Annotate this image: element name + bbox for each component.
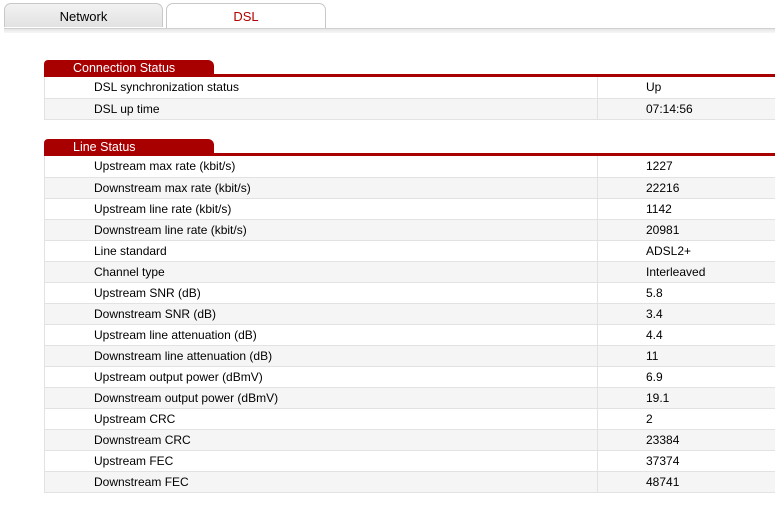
row-value: 23384 xyxy=(597,429,775,451)
row-label: Upstream line rate (kbit/s) xyxy=(44,198,598,220)
row-value: 5.8 xyxy=(597,282,775,304)
row-label: DSL up time xyxy=(44,98,598,120)
table-row: Downstream SNR (dB) 3.4 xyxy=(44,303,775,325)
row-value: 19.1 xyxy=(597,387,775,409)
table-row: Upstream output power (dBmV) 6.9 xyxy=(44,366,775,388)
row-value: 2 xyxy=(597,408,775,430)
row-label: DSL synchronization status xyxy=(44,77,598,99)
row-label: Downstream line rate (kbit/s) xyxy=(44,219,598,241)
row-value: Interleaved xyxy=(597,261,775,283)
row-value: ADSL2+ xyxy=(597,240,775,262)
line-status-title: Line Status xyxy=(44,139,214,156)
connection-status-section: Connection Status DSL synchronization st… xyxy=(44,60,775,120)
row-value: 22216 xyxy=(597,177,775,199)
row-value: 07:14:56 xyxy=(597,98,775,120)
table-row: Upstream line rate (kbit/s) 1142 xyxy=(44,198,775,220)
table-row: Upstream SNR (dB) 5.8 xyxy=(44,282,775,304)
row-value: 3.4 xyxy=(597,303,775,325)
table-row: Upstream line attenuation (dB) 4.4 xyxy=(44,324,775,346)
tab-divider xyxy=(4,28,775,33)
table-row: Downstream line rate (kbit/s) 20981 xyxy=(44,219,775,241)
connection-status-title: Connection Status xyxy=(44,60,214,77)
tab-dsl[interactable]: DSL xyxy=(166,3,326,29)
line-status-section: Line Status Upstream max rate (kbit/s) 12… xyxy=(44,139,775,493)
row-label: Upstream CRC xyxy=(44,408,598,430)
row-value: 37374 xyxy=(597,450,775,472)
row-label: Channel type xyxy=(44,261,598,283)
table-row: Downstream line attenuation (dB) 11 xyxy=(44,345,775,367)
tab-bar: Network DSL xyxy=(4,3,775,30)
row-value: 4.4 xyxy=(597,324,775,346)
row-value: 1227 xyxy=(597,156,775,178)
row-value: 48741 xyxy=(597,471,775,493)
table-row: Upstream max rate (kbit/s) 1227 xyxy=(44,156,775,178)
table-row: Downstream FEC 48741 xyxy=(44,471,775,493)
row-label: Upstream output power (dBmV) xyxy=(44,366,598,388)
row-value: 6.9 xyxy=(597,366,775,388)
row-label: Upstream FEC xyxy=(44,450,598,472)
table-row: Downstream output power (dBmV) 19.1 xyxy=(44,387,775,409)
table-row: DSL up time 07:14:56 xyxy=(44,98,775,120)
line-status-table: Upstream max rate (kbit/s) 1227 Downstream… xyxy=(44,156,775,493)
row-label: Downstream CRC xyxy=(44,429,598,451)
tab-network[interactable]: Network xyxy=(4,3,163,27)
table-row: DSL synchronization status Up xyxy=(44,77,775,99)
row-label: Downstream output power (dBmV) xyxy=(44,387,598,409)
table-row: Downstream max rate (kbit/s) 22216 xyxy=(44,177,775,199)
line-status-header: Line Status xyxy=(44,139,775,156)
row-value: Up xyxy=(597,77,775,99)
connection-status-header: Connection Status xyxy=(44,60,775,77)
table-row: Downstream CRC 23384 xyxy=(44,429,775,451)
row-value: 1142 xyxy=(597,198,775,220)
row-label: Downstream max rate (kbit/s) xyxy=(44,177,598,199)
row-label: Upstream SNR (dB) xyxy=(44,282,598,304)
table-row: Upstream CRC 2 xyxy=(44,408,775,430)
row-label: Upstream line attenuation (dB) xyxy=(44,324,598,346)
connection-status-table: DSL synchronization status Up DSL up time 0… xyxy=(44,77,775,120)
table-row: Line standard ADSL2+ xyxy=(44,240,775,262)
row-label: Downstream line attenuation (dB) xyxy=(44,345,598,367)
table-row: Channel type Interleaved xyxy=(44,261,775,283)
row-label: Line standard xyxy=(44,240,598,262)
table-row: Upstream FEC 37374 xyxy=(44,450,775,472)
row-label: Upstream max rate (kbit/s) xyxy=(44,156,598,178)
row-value: 20981 xyxy=(597,219,775,241)
row-label: Downstream FEC xyxy=(44,471,598,493)
row-label: Downstream SNR (dB) xyxy=(44,303,598,325)
row-value: 11 xyxy=(597,345,775,367)
